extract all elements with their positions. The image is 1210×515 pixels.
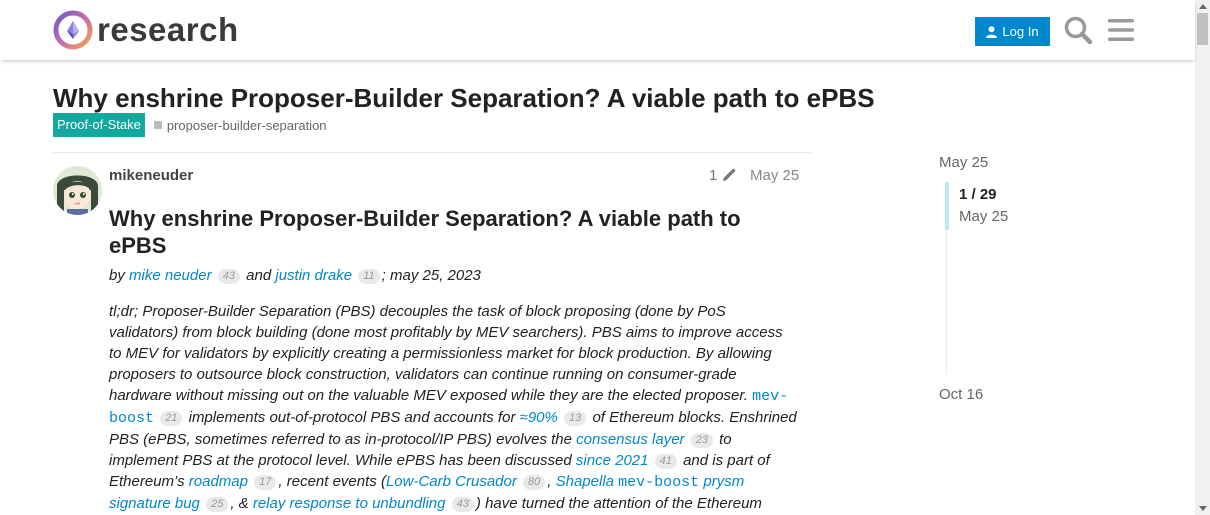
click-count-badge: 11 — [358, 269, 380, 284]
page-scrollbar[interactable] — [1195, 0, 1210, 515]
tag-square-icon — [153, 121, 162, 129]
click-count-badge: 41 — [654, 454, 677, 469]
user-icon — [986, 25, 998, 38]
click-count-badge: 23 — [690, 433, 713, 448]
timeline-current-date: May 25 — [959, 208, 1009, 225]
topic-title[interactable]: Why enshrine Proposer-Builder Separation… — [53, 83, 875, 114]
post-username[interactable]: mikeneuder — [109, 167, 193, 184]
avatar[interactable] — [53, 166, 102, 215]
body-link[interactable]: roadmap — [189, 473, 248, 490]
body-link[interactable]: relay response to unbundling — [253, 495, 446, 512]
topic-tags: Proof-of-Stake proposer-builder-separati… — [53, 113, 327, 137]
author-link[interactable]: justin drake — [275, 267, 352, 284]
logo-icon — [53, 10, 93, 50]
category-badge[interactable]: Proof-of-Stake — [53, 113, 145, 137]
pencil-icon — [723, 168, 737, 181]
tag-label: proposer-builder-separation — [166, 117, 327, 133]
click-count-badge: 17 — [254, 475, 277, 490]
timeline-handle[interactable] — [945, 182, 949, 230]
scrollbar-thumb[interactable] — [1197, 13, 1208, 45]
edit-history-button[interactable]: 1 — [709, 167, 737, 184]
click-count-badge: 43 — [217, 269, 240, 284]
click-count-badge: 80 — [523, 475, 546, 490]
post-heading: Why enshrine Proposer-Builder Separation… — [109, 206, 741, 258]
post-byline: by mike neuder 43 and justin drake 11; m… — [109, 267, 481, 284]
body-link[interactable]: Low-Carb Crusador — [386, 473, 517, 490]
post-paragraph: tl;dr; Proposer-Builder Separation (PBS)… — [109, 303, 797, 512]
tag-link[interactable]: proposer-builder-separation — [153, 117, 327, 133]
scroll-down-arrow-icon[interactable] — [1199, 506, 1207, 511]
post-date[interactable]: May 25 — [750, 167, 799, 184]
site-header: research Log In — [0, 0, 1195, 60]
logo-text: research — [97, 11, 239, 48]
hamburger-menu-icon[interactable] — [1106, 16, 1136, 44]
login-button[interactable]: Log In — [975, 17, 1050, 46]
post-body: Why enshrine Proposer-Builder Separation… — [109, 205, 799, 514]
body-link[interactable]: consensus layer — [576, 431, 684, 448]
edit-count: 1 — [709, 167, 718, 184]
post-divider — [53, 152, 811, 153]
avatar-image — [53, 166, 102, 215]
timeline-post-count: 1 / 29 — [959, 186, 997, 203]
timeline-start-date[interactable]: May 25 — [939, 154, 988, 171]
scroll-up-arrow-icon[interactable] — [1199, 4, 1207, 9]
site-logo[interactable]: research — [53, 10, 239, 50]
click-count-badge: 25 — [206, 497, 229, 512]
click-count-badge: 21 — [160, 411, 183, 426]
author-link[interactable]: mike neuder — [129, 267, 212, 284]
body-link[interactable]: since 2021 — [576, 452, 649, 469]
login-label: Log In — [1002, 24, 1039, 39]
search-icon[interactable] — [1063, 15, 1093, 45]
body-link[interactable]: ≈90% — [520, 409, 558, 426]
click-count-badge: 43 — [451, 497, 474, 512]
timeline-end-date[interactable]: Oct 16 — [939, 386, 983, 403]
click-count-badge: 13 — [564, 411, 587, 426]
